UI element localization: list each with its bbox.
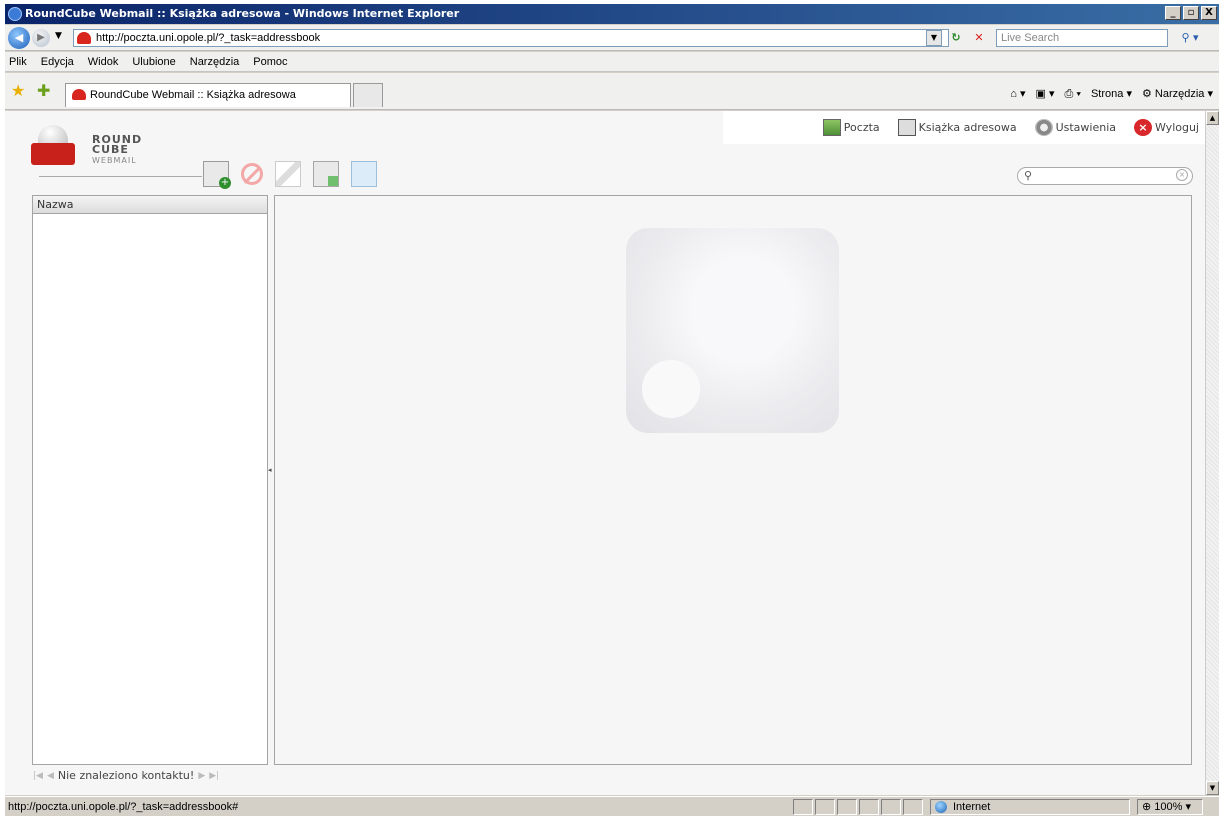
panel-splitter[interactable]: ◂ [268, 466, 272, 476]
list-footer: |◀ ◀ Nie znaleziono kontaktu! ▶ ▶| [33, 769, 219, 782]
address-bar: ◀ ▶ ▼ http://poczta.uni.opole.pl/?_task=… [5, 25, 1219, 51]
logo-divider [39, 176, 202, 177]
contacts-list: Nazwa [32, 195, 268, 765]
task-nav: Poczta Książka adresowa Ustawienia × Wyl… [723, 111, 1213, 144]
column-header-name[interactable]: Nazwa [33, 196, 267, 214]
url-text: http://poczta.uni.opole.pl/?_task=addres… [96, 32, 321, 44]
status-text: http://poczta.uni.opole.pl/?_task=addres… [8, 801, 239, 813]
url-input[interactable]: http://poczta.uni.opole.pl/?_task=addres… [73, 29, 949, 47]
delete-contact-button[interactable] [241, 163, 263, 185]
refresh-icon[interactable]: ↻ [946, 29, 966, 47]
edit-contact-button[interactable] [275, 161, 301, 187]
zoom-level[interactable]: ⊕ 100% ▾ [1137, 799, 1203, 815]
logout-icon: × [1134, 119, 1152, 136]
favorites-bar: ★ ✚ RoundCube Webmail :: Książka adresow… [5, 73, 1219, 110]
url-dropdown-icon[interactable]: ▼ [926, 30, 942, 46]
search-icon: ⚲ [1024, 169, 1033, 182]
contacts-toolbar [203, 161, 377, 189]
count-message: Nie znaleziono kontaktu! [57, 769, 195, 782]
logo-text: ROUND CUBE WEBMAIL [92, 133, 143, 165]
last-page-icon[interactable]: ▶| [209, 771, 219, 781]
browser-window: RoundCube Webmail :: Książka adresowa - … [5, 4, 1219, 816]
tools-menu[interactable]: ⚙ Narzędzia ▾ [1142, 85, 1213, 103]
print-icon[interactable]: ⎙ ▾ [1064, 85, 1080, 103]
nav-logout[interactable]: × Wyloguj [1134, 119, 1199, 136]
site-favicon-icon [77, 32, 91, 44]
nav-mail[interactable]: Poczta [822, 119, 880, 136]
menu-item-favorites[interactable]: Ulubione [132, 52, 175, 71]
menu-item-edit[interactable]: Edycja [41, 52, 74, 71]
nav-settings[interactable]: Ustawienia [1034, 119, 1116, 136]
security-zone[interactable]: Internet [930, 799, 1130, 815]
close-button[interactable]: X [1201, 6, 1217, 20]
nav-addressbook[interactable]: Książka adresowa [897, 119, 1017, 136]
new-tab-button[interactable] [353, 83, 383, 107]
mail-icon [822, 119, 841, 136]
feeds-icon[interactable]: ▣ ▾ [1036, 85, 1055, 103]
live-search-input[interactable]: Live Search [996, 29, 1168, 47]
addressbook-icon [897, 119, 916, 136]
roundcube-logo [31, 125, 75, 167]
status-bar: http://poczta.uni.opole.pl/?_task=addres… [5, 796, 1219, 816]
search-icon[interactable]: ⚲ ▾ [1175, 29, 1205, 47]
window-title: RoundCube Webmail :: Książka adresowa - … [25, 7, 460, 20]
globe-icon [935, 801, 947, 813]
back-button[interactable]: ◀ [8, 27, 30, 49]
previous-page-icon[interactable]: ◀ [47, 771, 54, 781]
scroll-down-icon[interactable]: ▼ [1206, 781, 1219, 795]
quick-search-input[interactable]: ⚲ × [1017, 167, 1193, 185]
minimize-button[interactable]: _ [1165, 6, 1181, 20]
first-page-icon[interactable]: |◀ [33, 771, 43, 781]
menu-item-help[interactable]: Pomoc [253, 52, 287, 71]
maximize-button[interactable]: ▫ [1183, 6, 1199, 20]
ie-icon [8, 7, 22, 21]
contact-frame [274, 195, 1192, 765]
stop-icon[interactable]: ✕ [969, 29, 989, 47]
title-bar: RoundCube Webmail :: Książka adresowa - … [5, 4, 1219, 24]
menu-item-tools[interactable]: Narzędzia [190, 52, 240, 71]
compose-to-contacts-button[interactable] [313, 161, 339, 187]
page-menu[interactable]: Strona ▾ [1091, 85, 1132, 103]
history-dropdown-icon[interactable]: ▼ [55, 31, 62, 41]
scroll-up-icon[interactable]: ▲ [1206, 111, 1219, 125]
forward-button[interactable]: ▶ [32, 29, 50, 47]
menu-item-view[interactable]: Widok [88, 52, 119, 71]
next-page-icon[interactable]: ▶ [198, 771, 205, 781]
add-favorite-icon[interactable]: ✚ [37, 81, 50, 100]
favorites-star-icon[interactable]: ★ [11, 81, 25, 100]
command-bar: ⌂ ▾ ▣ ▾ ⎙ ▾ Strona ▾ ⚙ Narzędzia ▾ [1010, 85, 1213, 103]
tab-label: RoundCube Webmail :: Książka adresowa [90, 89, 296, 101]
menu-bar: Plik Edycja Widok Ulubione Narzędzia Pom… [5, 52, 1219, 72]
roundcube-watermark [626, 228, 839, 433]
tab-favicon-icon [72, 89, 86, 100]
gear-icon [1034, 119, 1053, 136]
browser-tab[interactable]: RoundCube Webmail :: Książka adresowa [65, 83, 351, 107]
menu-item-file[interactable]: Plik [9, 52, 27, 71]
home-icon[interactable]: ⌂ ▾ [1010, 85, 1025, 103]
reset-search-icon[interactable]: × [1176, 169, 1188, 181]
page-content: ROUND CUBE WEBMAIL Poczta Książka adreso… [5, 111, 1213, 795]
page-scrollbar[interactable]: ▲ ▼ [1205, 111, 1219, 795]
add-contact-button[interactable] [203, 161, 231, 189]
export-contacts-button[interactable] [351, 161, 377, 187]
